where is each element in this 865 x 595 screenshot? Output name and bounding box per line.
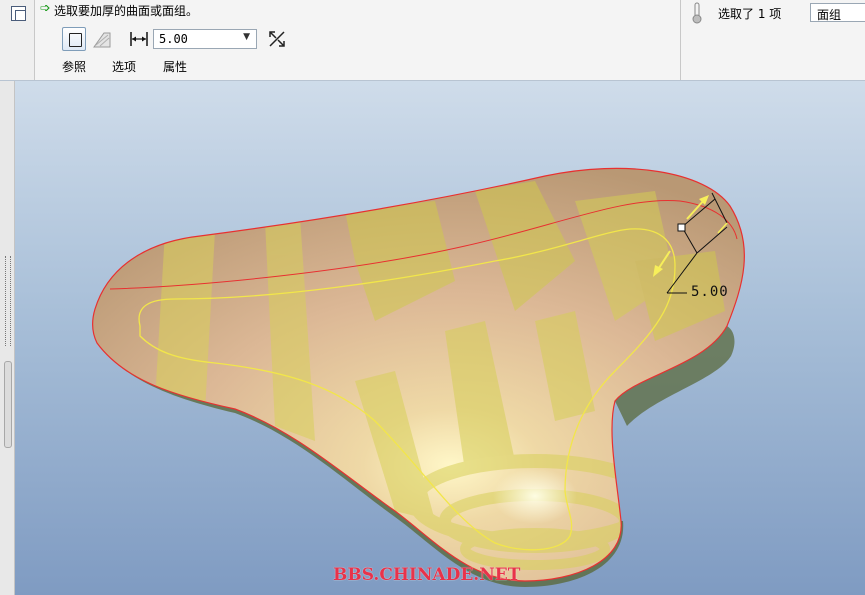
thickness-dimension-label[interactable]: 5.00 [691, 284, 729, 300]
thicken-surface-model[interactable] [15, 81, 865, 595]
drag-handle[interactable] [677, 223, 686, 232]
thicken-side-icon [69, 33, 82, 47]
replace-surface-icon [93, 32, 111, 48]
tab-properties[interactable]: 属性 [163, 58, 187, 75]
thicken-dashboard: ➩ 选取要加厚的曲面或面组。 5.00 ▼ 参照 选项 属性 选取了 1 项 面… [0, 0, 865, 81]
green-arrow-icon: ➩ [40, 1, 51, 16]
graphics-viewport[interactable]: 5.00 BBS.CHINADE.NET [15, 81, 865, 595]
thicken-side-button[interactable] [62, 27, 86, 51]
selection-panel: 选取了 1 项 面组 [680, 0, 865, 80]
tab-references[interactable]: 参照 [62, 58, 86, 75]
thermometer-icon [692, 2, 702, 24]
splitter-grip[interactable] [5, 256, 11, 346]
thickness-dimension-icon [128, 27, 150, 51]
flip-direction-icon [269, 31, 285, 47]
message-prompt: 选取要加厚的曲面或面组。 [54, 4, 199, 18]
left-dock-strip [0, 81, 15, 595]
flip-direction-button[interactable] [265, 27, 289, 51]
replace-surface-button[interactable] [90, 27, 114, 51]
watermark: BBS.CHINADE.NET [333, 565, 521, 585]
thickness-value: 5.00 [159, 32, 188, 46]
dashboard-left-strip [0, 0, 35, 80]
thicken-feature-icon [11, 6, 26, 21]
selection-filter[interactable]: 面组 [810, 3, 865, 22]
thickness-input[interactable]: 5.00 ▼ [153, 29, 257, 49]
vertical-scrollbar[interactable] [4, 361, 12, 448]
selection-count: 选取了 1 项 [718, 7, 782, 21]
chevron-down-icon[interactable]: ▼ [243, 32, 250, 42]
tab-options[interactable]: 选项 [112, 58, 136, 75]
selection-filter-value: 面组 [817, 8, 842, 22]
